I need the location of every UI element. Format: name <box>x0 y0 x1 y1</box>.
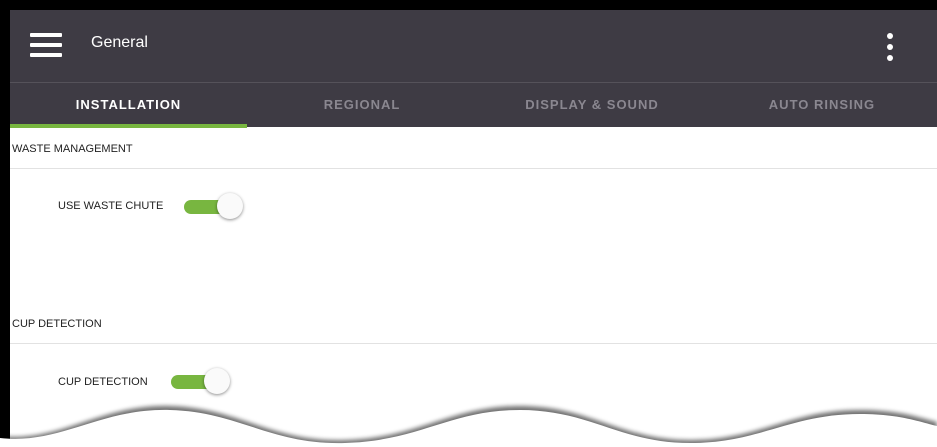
section-header-waste-management: WASTE MANAGEMENT <box>10 127 937 169</box>
hamburger-menu-icon[interactable] <box>30 31 62 59</box>
cup-detection-toggle[interactable] <box>171 368 231 396</box>
torn-edge-decoration <box>0 405 937 447</box>
toggle-knob <box>204 368 230 394</box>
tab-installation[interactable]: INSTALLATION <box>10 83 247 128</box>
app-window: General INSTALLATION REGIONAL DISPLAY & … <box>10 10 937 447</box>
use-waste-chute-label: USE WASTE CHUTE <box>58 200 164 212</box>
section-header-cup-detection: CUP DETECTION <box>10 302 937 344</box>
tab-regional[interactable]: REGIONAL <box>247 83 477 128</box>
use-waste-chute-toggle[interactable] <box>184 193 244 221</box>
screenshot-frame: General INSTALLATION REGIONAL DISPLAY & … <box>0 0 937 447</box>
tab-display-sound[interactable]: DISPLAY & SOUND <box>477 83 707 128</box>
tab-label: REGIONAL <box>323 97 401 112</box>
tab-label: AUTO RINSING <box>768 97 876 112</box>
tab-label: DISPLAY & SOUND <box>525 97 659 112</box>
toggle-knob <box>217 193 243 219</box>
app-toolbar: General <box>10 10 937 82</box>
tab-bar: INSTALLATION REGIONAL DISPLAY & SOUND AU… <box>10 82 937 128</box>
cup-detection-label: CUP DETECTION <box>58 376 148 388</box>
tab-label: INSTALLATION <box>75 97 182 112</box>
page-title: General <box>91 34 148 51</box>
tab-auto-rinsing[interactable]: AUTO RINSING <box>707 83 937 128</box>
more-vert-icon[interactable] <box>885 30 895 64</box>
